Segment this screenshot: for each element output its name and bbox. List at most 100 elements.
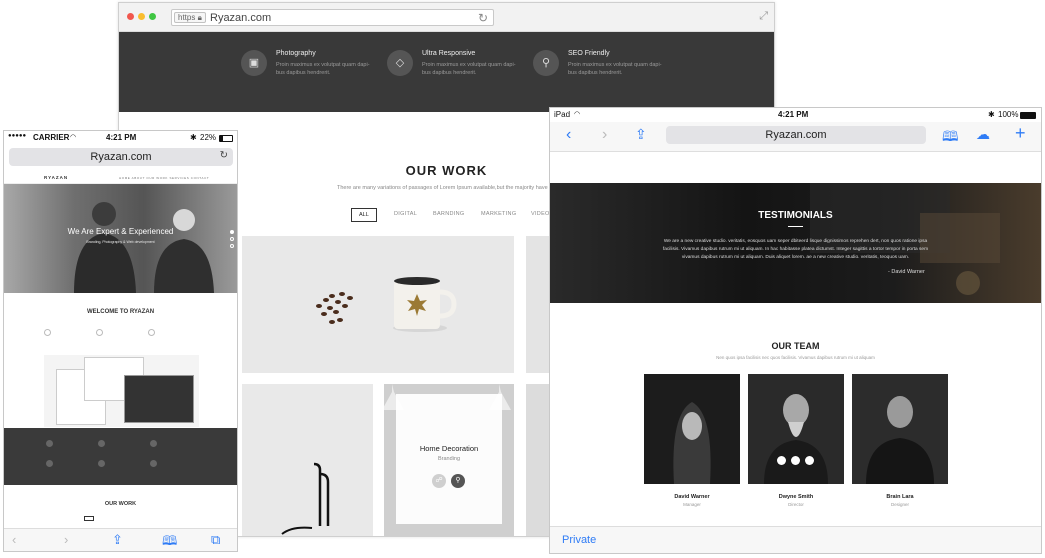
- hero-subtitle: Branding, Photography & Web development: [86, 240, 155, 244]
- our-work-subtitle: There are many variations of passages of…: [337, 185, 555, 191]
- url-host: Ryazan.com: [765, 129, 827, 141]
- camera-icon: ▣: [241, 50, 267, 76]
- testimonials-section: TESTIMONIALS We are a new creative studi…: [550, 183, 1041, 303]
- url-host: Ryazan.com: [210, 12, 272, 24]
- feature-icon: [150, 440, 157, 447]
- feature-desc: Proin maximus ex volutpat quam dapi-bus …: [422, 62, 516, 76]
- title-underline: [788, 226, 803, 227]
- slider-dot[interactable]: [230, 244, 234, 248]
- clock: 4:21 PM: [778, 110, 809, 119]
- tabs-icon[interactable]: ⧉: [211, 532, 220, 548]
- team-member-role: Director: [788, 502, 804, 507]
- battery-icon: [1020, 112, 1036, 119]
- iphone-safari-toolbar: ‹ › ⇪ 🕮︎ ⧉: [4, 528, 237, 551]
- back-icon[interactable]: ‹: [12, 532, 16, 547]
- portfolio-item-home-decoration[interactable]: Home Decoration Branding ☍ ⚲: [384, 384, 514, 536]
- feature-icon: [96, 329, 103, 336]
- twitter-icon[interactable]: [791, 456, 800, 465]
- hooded-man-image: [644, 374, 740, 484]
- ipad-status-bar: iPad ◠ 4:21 PM ✱ 100%: [550, 108, 1041, 122]
- forward-icon[interactable]: ›: [64, 532, 68, 547]
- site-menu[interactable]: HOME ABOUT OUR WORK SERVICES CONTACT: [119, 176, 209, 180]
- ipad-address-bar[interactable]: Ryazan.com: [666, 126, 926, 144]
- our-work-title: OUR WORK: [104, 501, 137, 507]
- portfolio-hover-overlay: Home Decoration Branding ☍ ⚲: [396, 394, 502, 524]
- device-mockups-image: [44, 355, 199, 427]
- welcome-features-row: [44, 329, 194, 343]
- feature-desc: Proin maximus ex volutpat quam dapi-bus …: [276, 62, 370, 76]
- our-team-title: OUR TEAM: [771, 341, 820, 351]
- feature-desc: Proin maximus ex volutpat quam dapi-bus …: [568, 62, 662, 76]
- minimize-window-button[interactable]: [138, 13, 145, 20]
- browser-titlebar: https 🔒︎ Ryazan.com ↻ ⤢: [119, 3, 774, 32]
- battery-fill: [1021, 113, 1035, 118]
- forward-icon[interactable]: ›: [602, 126, 607, 144]
- https-lock-badge: https 🔒︎: [174, 12, 206, 23]
- battery-icon: [219, 135, 233, 142]
- feature-icon: [148, 329, 155, 336]
- slider-dot[interactable]: [230, 230, 234, 234]
- url-host: Ryazan.com: [90, 151, 152, 163]
- link-icon[interactable]: ☍: [432, 474, 446, 488]
- facebook-icon[interactable]: [777, 456, 786, 465]
- feature-icon: [46, 440, 53, 447]
- feature-title: SEO Friendly: [568, 50, 610, 57]
- wifi-icon: ◠: [70, 134, 77, 141]
- close-window-button[interactable]: [127, 13, 134, 20]
- reload-icon[interactable]: ↻: [220, 150, 228, 161]
- site-logo[interactable]: RYAZAN: [44, 175, 68, 180]
- slider-dot[interactable]: [230, 237, 234, 241]
- bearded-man-image: [748, 374, 844, 484]
- feature-title: Photography: [276, 50, 316, 57]
- diamond-icon: ◇: [387, 50, 413, 76]
- share-icon[interactable]: ⇪: [635, 126, 647, 143]
- team-member-role: Manager: [683, 502, 701, 507]
- suited-man-image: [852, 374, 948, 484]
- bluetooth-icon: ✱: [190, 133, 197, 142]
- team-member-name: Dwyne Smith: [778, 494, 814, 500]
- bookmarks-icon[interactable]: 🕮︎: [162, 532, 177, 551]
- testimonial-quote: We are a new creative studio. veritatis,…: [662, 239, 929, 260]
- feature-icon: [46, 460, 53, 467]
- linkedin-icon[interactable]: [805, 456, 814, 465]
- our-team-subtitle: Nen quos ipsa facilisis nec quos facilis…: [716, 355, 875, 360]
- filter-video[interactable]: VIDEO: [531, 211, 550, 217]
- filter-all[interactable]: [84, 516, 94, 521]
- feature-icon: [98, 460, 105, 467]
- filter-marketing[interactable]: MARKETING: [481, 211, 516, 217]
- private-browsing-button[interactable]: Private: [562, 534, 596, 546]
- share-icon[interactable]: ⇪: [112, 532, 123, 548]
- bluetooth-icon: ✱: [988, 110, 995, 119]
- features-band: [4, 428, 237, 485]
- feature-icon: [98, 440, 105, 447]
- zoom-search-icon[interactable]: ⚲: [451, 474, 465, 488]
- new-tab-icon[interactable]: +: [1015, 123, 1026, 144]
- feature-icon: [150, 460, 157, 467]
- portfolio-item-mug[interactable]: [242, 236, 514, 373]
- team-member-photo-1[interactable]: [644, 374, 740, 484]
- filter-digital[interactable]: DIGITAL: [394, 211, 417, 217]
- reload-icon[interactable]: ↻: [478, 11, 488, 25]
- filter-branding[interactable]: BARNDING: [433, 211, 464, 217]
- team-member-photo-2[interactable]: [748, 374, 844, 484]
- fullscreen-icon[interactable]: ⤢: [759, 10, 768, 23]
- businessmen-image: [74, 202, 214, 293]
- chair-image: [281, 462, 330, 535]
- mug-and-beans-image: [316, 277, 457, 332]
- team-member-name: Brain Lara: [886, 494, 914, 500]
- testimonial-author: - David Warner: [888, 269, 925, 275]
- mockup-screen: [124, 375, 194, 423]
- clock: 4:21 PM: [106, 133, 137, 142]
- iphone-address-bar[interactable]: Ryazan.com ↻: [9, 148, 233, 166]
- testimonials-title: TESTIMONIALS: [758, 210, 833, 221]
- back-icon[interactable]: ‹: [566, 126, 571, 144]
- team-member-photo-3[interactable]: [852, 374, 948, 484]
- bookmarks-icon[interactable]: 🕮︎: [942, 126, 959, 150]
- filter-all[interactable]: ALL: [351, 208, 377, 222]
- ipad-bottom-bar: Private: [550, 526, 1041, 553]
- portfolio-item-chair[interactable]: [242, 384, 373, 536]
- cloud-tabs-icon[interactable]: ☁︎: [976, 126, 990, 143]
- address-bar[interactable]: https 🔒︎ Ryazan.com ↻: [171, 9, 494, 26]
- zoom-window-button[interactable]: [149, 13, 156, 20]
- url-scheme: https: [178, 13, 196, 22]
